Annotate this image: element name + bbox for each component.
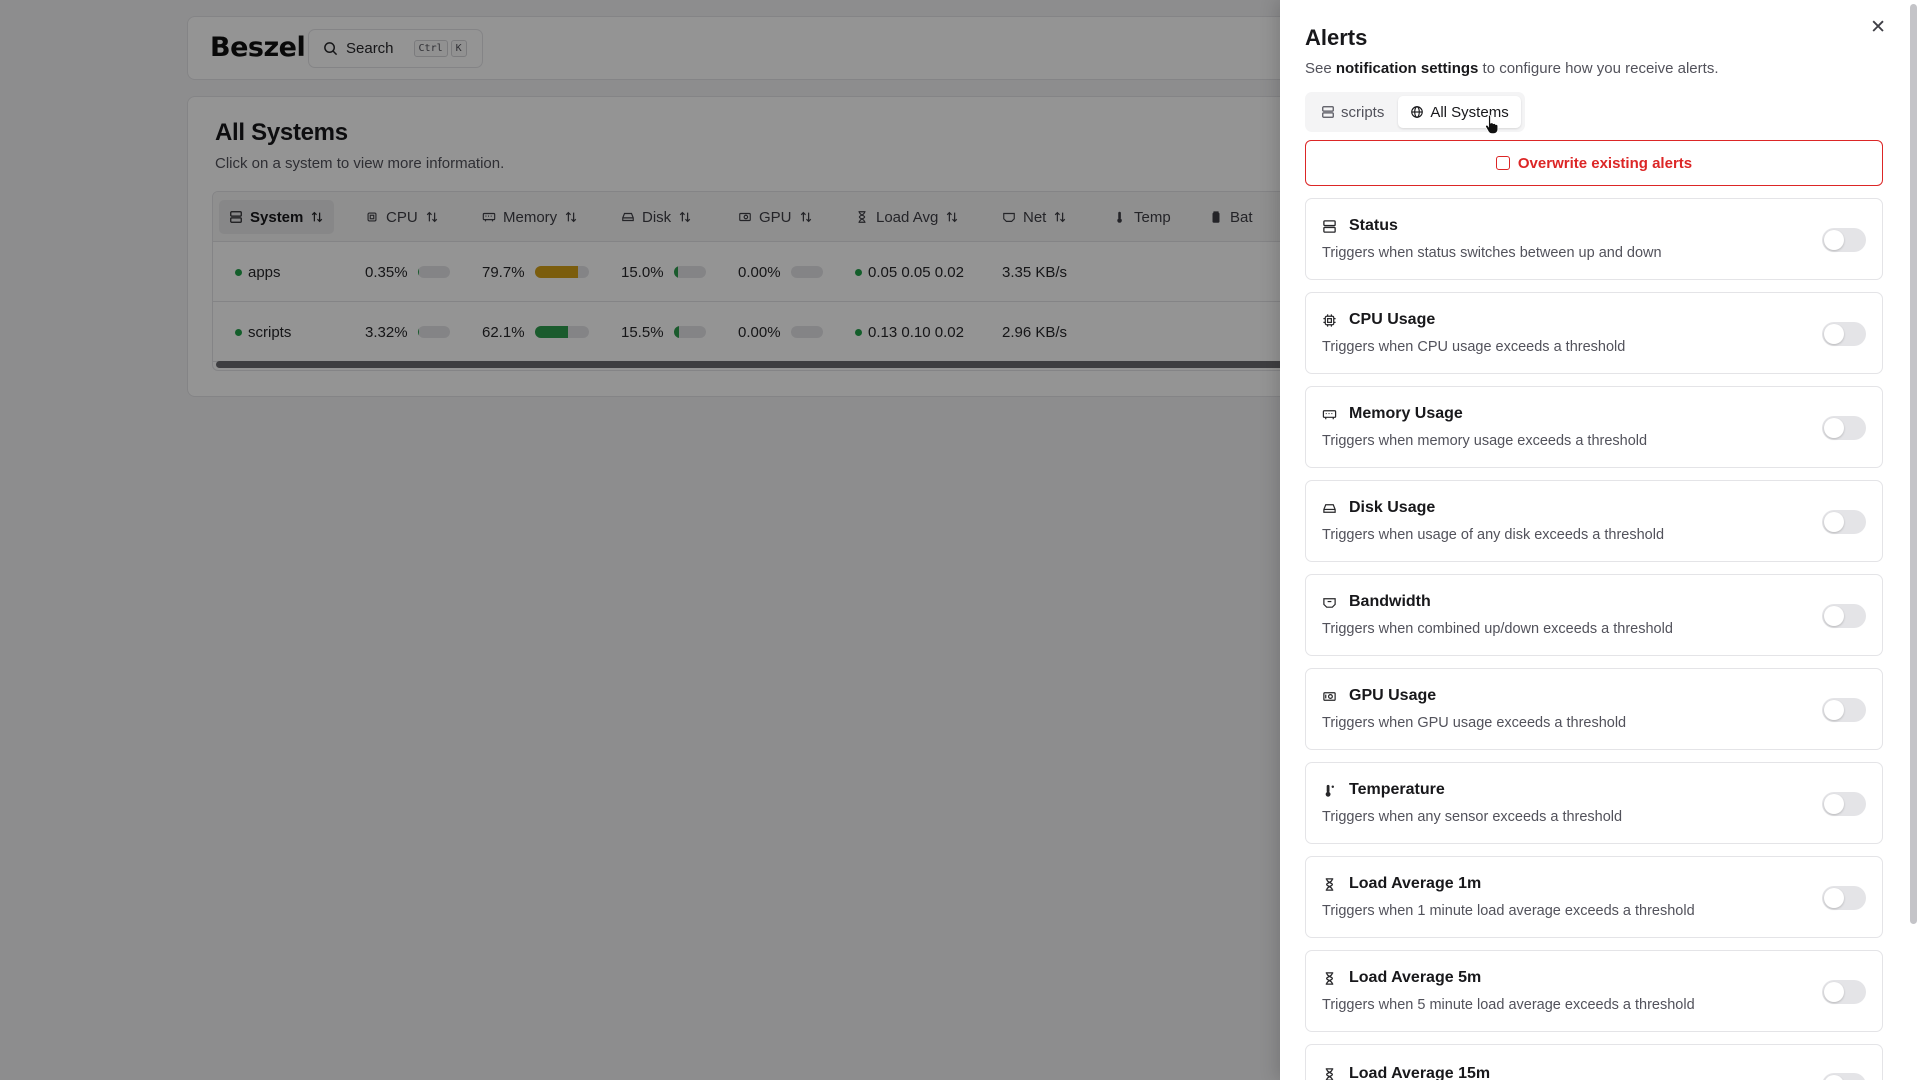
overwrite-label: Overwrite existing alerts — [1517, 154, 1693, 172]
alert-load-average-1m: Load Average 1m Triggers when 1 minute l… — [1305, 856, 1883, 938]
notification-settings-link[interactable]: notification settings — [1336, 60, 1479, 77]
alert-gpu-usage: GPU Usage Triggers when GPU usage exceed… — [1305, 668, 1883, 750]
alert-description: Triggers when usage of any disk exceeds … — [1322, 527, 1665, 543]
server-icon — [1322, 106, 1334, 118]
thermometer-icon — [1325, 784, 1334, 797]
alert-disk-usage: Disk Usage Triggers when usage of any di… — [1305, 480, 1883, 562]
globe-icon — [1411, 106, 1424, 118]
cpu-icon — [1323, 313, 1336, 327]
hourglass-icon — [1325, 877, 1334, 891]
alert-title: Bandwidth — [1349, 593, 1431, 610]
checkbox-icon — [1495, 156, 1510, 170]
tab-all-systems[interactable]: All Systems — [1398, 96, 1521, 128]
memory-icon — [1322, 409, 1337, 419]
tab-label: scripts — [1341, 103, 1385, 121]
alert-toggle[interactable] — [1822, 416, 1866, 440]
alert-load-average-15m: Load Average 15m — [1305, 1044, 1883, 1080]
alert-title: Disk Usage — [1349, 499, 1436, 516]
overwrite-existing-alerts-checkbox[interactable]: Overwrite existing alerts — [1305, 140, 1883, 186]
alert-toggle[interactable] — [1822, 322, 1866, 346]
alert-toggle[interactable] — [1822, 604, 1866, 628]
alert-bandwidth: Bandwidth Triggers when combined up/down… — [1305, 574, 1883, 656]
alert-description: Triggers when status switches between up… — [1322, 245, 1662, 261]
alert-title: Load Average 15m — [1349, 1065, 1491, 1080]
alert-title: Memory Usage — [1349, 405, 1463, 422]
alert-toggle[interactable] — [1822, 886, 1866, 910]
panel-subtitle: See notification settings to configure h… — [1305, 60, 1718, 77]
subtitle-prefix: See — [1305, 60, 1336, 77]
mouse-pointer-icon — [1485, 114, 1499, 134]
ethernet-icon — [1323, 597, 1336, 608]
alert-load-average-5m: Load Average 5m Triggers when 5 minute l… — [1305, 950, 1883, 1032]
alert-cpu-usage: CPU Usage Triggers when CPU usage exceed… — [1305, 292, 1883, 374]
alert-temperature: Temperature Triggers when any sensor exc… — [1305, 762, 1883, 844]
tab-scripts[interactable]: scripts — [1309, 96, 1396, 128]
alert-description: Triggers when any sensor exceeds a thres… — [1322, 809, 1623, 825]
alert-toggle[interactable] — [1822, 698, 1866, 722]
subtitle-suffix: to configure how you receive alerts. — [1478, 60, 1719, 77]
alert-toggle[interactable] — [1822, 1073, 1866, 1080]
hourglass-icon — [1325, 971, 1334, 985]
alert-description: Triggers when memory usage exceeds a thr… — [1322, 433, 1648, 449]
alert-description: Triggers when 5 minute load average exce… — [1322, 997, 1695, 1013]
hourglass-icon — [1325, 1067, 1334, 1080]
alert-toggle[interactable] — [1822, 980, 1866, 1004]
alert-toggle[interactable] — [1822, 510, 1866, 534]
close-icon[interactable]: ✕ — [1870, 16, 1886, 39]
disk-icon — [1323, 503, 1336, 513]
alert-title: GPU Usage — [1349, 687, 1437, 704]
alert-title: CPU Usage — [1349, 311, 1436, 328]
alert-toggle[interactable] — [1822, 792, 1866, 816]
server-icon — [1323, 219, 1336, 233]
alert-description: Triggers when 1 minute load average exce… — [1322, 903, 1695, 919]
alert-title: Temperature — [1349, 781, 1445, 798]
alerts-panel: ✕ Alerts See notification settings to co… — [1280, 0, 1920, 1080]
panel-scrollbar[interactable] — [1910, 4, 1917, 924]
alert-description: Triggers when GPU usage exceeds a thresh… — [1322, 715, 1627, 731]
alert-title: Status — [1349, 217, 1398, 234]
gpu-icon — [1323, 691, 1336, 701]
alert-memory-usage: Memory Usage Triggers when memory usage … — [1305, 386, 1883, 468]
alert-description: Triggers when combined up/down exceeds a… — [1322, 621, 1673, 637]
alert-title: Load Average 5m — [1349, 969, 1482, 986]
alert-title: Load Average 1m — [1349, 875, 1482, 892]
alert-description: Triggers when CPU usage exceeds a thresh… — [1322, 339, 1626, 355]
panel-title: Alerts — [1305, 25, 1368, 50]
alert-status: Status Triggers when status switches bet… — [1305, 198, 1883, 280]
alert-toggle[interactable] — [1822, 228, 1866, 252]
